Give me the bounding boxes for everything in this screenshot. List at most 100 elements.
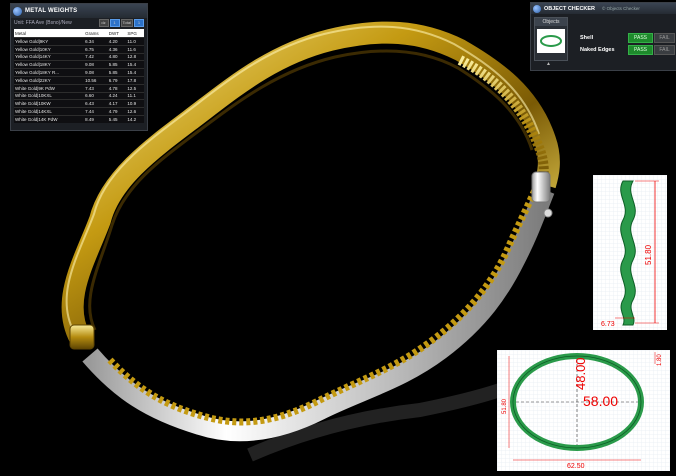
shell-pass-badge[interactable]: PASS: [628, 33, 653, 43]
table-cell: 4.24: [107, 91, 127, 100]
table-cell: 15.4: [126, 68, 144, 77]
side-profile-svg: 51.80 6.73: [593, 175, 667, 330]
table-cell: Yellow Gold|14KY: [14, 52, 85, 61]
table-cell: 9.08: [84, 60, 108, 69]
table-row[interactable]: White Gold|14KXL 7.44 4.79 12.6: [14, 107, 144, 116]
objects-label: Objects: [535, 18, 567, 26]
column-header-spg: SPG: [126, 29, 144, 38]
table-cell: 12.8: [126, 52, 144, 61]
table-cell: 11.0: [126, 37, 144, 46]
table-row[interactable]: White Gold|9K PdW 7.43 4.78 12.5: [14, 83, 144, 93]
object-checker-logo-icon: [533, 4, 541, 13]
table-row[interactable]: Yellow Gold|18KY 9.08 5.85 15.4: [14, 60, 144, 69]
metal-weights-toolbar: Unit: FFA Ave (Bsno)/New dz 1 Total 1: [11, 18, 147, 28]
table-cell: 11.6: [126, 44, 144, 54]
table-cell: 4.78: [107, 83, 127, 93]
top-dimension-drawing: 48.00 58.00 1.80 51.80 62.50: [497, 350, 670, 471]
metal-weights-table: Metal Grams DWT SPG Yellow Gold|9KY 6.34 4…: [14, 29, 144, 123]
side-height-label: 51.80: [644, 244, 653, 265]
objects-box[interactable]: Objects: [534, 17, 568, 61]
table-cell: 7.42: [84, 52, 108, 61]
side-dimension-drawing: 51.80 6.73: [593, 175, 667, 330]
table-row[interactable]: White Gold|14K PdW 8.49 5.45 14.2: [14, 114, 144, 123]
object-checker-byline: © Objects Checker: [602, 6, 640, 11]
table-cell: Yellow Gold|22KY: [14, 75, 85, 85]
top-outer-height-label: 51.80: [502, 398, 508, 414]
top-outer-width-label: 62.50: [567, 463, 585, 470]
dz-value[interactable]: 1: [109, 19, 120, 27]
table-row[interactable]: White Gold|10KW 6.43 4.17 10.9: [14, 99, 144, 108]
table-cell: 12.6: [126, 107, 144, 116]
column-header-grams: Grams: [84, 29, 108, 38]
table-cell: 17.8: [126, 75, 144, 85]
table-cell: 4.36: [107, 44, 127, 54]
table-cell: White Gold|10KW: [14, 99, 85, 108]
table-cell: 15.4: [126, 60, 144, 69]
top-view-svg: 48.00 58.00 1.80 51.80 62.50: [497, 350, 670, 471]
table-cell: 9.08: [84, 68, 108, 77]
table-row[interactable]: Yellow Gold|18KY R... 9.08 5.85 15.4: [14, 68, 144, 77]
table-row[interactable]: Yellow Gold|10KY 6.75 4.36 11.6: [14, 44, 144, 54]
shell-fail-badge[interactable]: FAIL: [654, 33, 675, 43]
column-header-metal: Metal: [14, 29, 85, 38]
table-row[interactable]: White Gold|10KXL 6.60 4.24 11.1: [14, 91, 144, 100]
table-cell: 6.34: [84, 37, 108, 46]
check-row-naked-edges: Naked Edges PASS FAIL: [578, 45, 675, 55]
table-header-row: Metal Grams DWT SPG: [14, 29, 144, 38]
object-checker-panel: OBJECT CHECKER © Objects Checker Objects…: [530, 2, 676, 71]
table-cell: 4.80: [107, 52, 127, 61]
unit-label: Unit: FFA Ave (Bsno)/New: [14, 20, 72, 26]
table-cell: 12.5: [126, 83, 144, 93]
table-row[interactable]: Yellow Gold|14KY 7.42 4.80 12.8: [14, 52, 144, 61]
object-checker-header: OBJECT CHECKER © Objects Checker: [531, 3, 676, 14]
table-cell: Yellow Gold|9KY: [14, 37, 85, 46]
metal-weights-header: METAL WEIGHTS: [11, 4, 147, 18]
naked-edges-pass-badge[interactable]: PASS: [628, 45, 653, 55]
total-value[interactable]: 1: [134, 19, 144, 27]
metal-weights-logo-icon: [13, 6, 22, 16]
table-cell: 7.43: [84, 83, 108, 93]
object-checker-results: Shell PASS FAIL Naked Edges PASS FAIL: [578, 33, 675, 57]
check-label-naked-edges: Naked Edges: [580, 47, 615, 53]
table-cell: 10.56: [84, 75, 108, 85]
metal-weights-rows: Yellow Gold|9KY 6.34 4.20 11.0 Yellow Gold|1…: [14, 37, 144, 123]
side-width-label: 6.73: [601, 321, 615, 328]
table-row[interactable]: Yellow Gold|22KY 10.56 6.79 17.8: [14, 75, 144, 85]
table-cell: 5.85: [107, 60, 127, 69]
top-inner-height-label: 48.00: [573, 357, 588, 390]
table-cell: White Gold|10KXL: [14, 91, 85, 100]
table-cell: Yellow Gold|10KY: [14, 44, 85, 54]
ring-thumbnail-icon: [540, 35, 562, 47]
metal-weights-panel: METAL WEIGHTS Unit: FFA Ave (Bsno)/New d…: [10, 3, 148, 131]
top-thickness-label: 1.80: [657, 354, 663, 366]
object-thumbnail[interactable]: [537, 29, 565, 53]
table-cell: 7.44: [84, 107, 108, 116]
object-checker-title: OBJECT CHECKER: [544, 5, 596, 12]
metal-weights-controls: dz 1 Total 1: [98, 19, 144, 27]
check-label-shell: Shell: [580, 35, 594, 41]
table-cell: 4.17: [107, 99, 127, 108]
table-cell: 14.2: [126, 114, 144, 123]
table-cell: White Gold|14KXL: [14, 107, 85, 116]
total-control[interactable]: Total: [120, 19, 133, 27]
dz-control[interactable]: dz: [98, 19, 109, 27]
metal-weights-title: METAL WEIGHTS: [25, 8, 78, 14]
table-cell: Yellow Gold|18KY R...: [14, 68, 85, 77]
naked-edges-fail-badge[interactable]: FAIL: [654, 45, 675, 55]
table-cell: 10.9: [126, 99, 144, 108]
chevron-down-icon[interactable]: ▲: [546, 61, 551, 67]
check-row-shell: Shell PASS FAIL: [578, 33, 675, 43]
table-cell: 11.1: [126, 91, 144, 100]
table-cell: White Gold|14K PdW: [14, 114, 85, 123]
column-header-dwt: DWT: [107, 29, 127, 38]
table-cell: 6.79: [107, 75, 127, 85]
table-cell: 8.49: [84, 114, 108, 123]
table-cell: Yellow Gold|18KY: [14, 60, 85, 69]
table-cell: 4.20: [107, 37, 127, 46]
table-cell: 4.79: [107, 107, 127, 116]
table-cell: 5.45: [107, 114, 127, 123]
table-cell: 6.60: [84, 91, 108, 100]
table-cell: White Gold|9K PdW: [14, 83, 85, 93]
table-row[interactable]: Yellow Gold|9KY 6.34 4.20 11.0: [14, 37, 144, 46]
top-inner-width-label: 58.00: [583, 393, 618, 409]
